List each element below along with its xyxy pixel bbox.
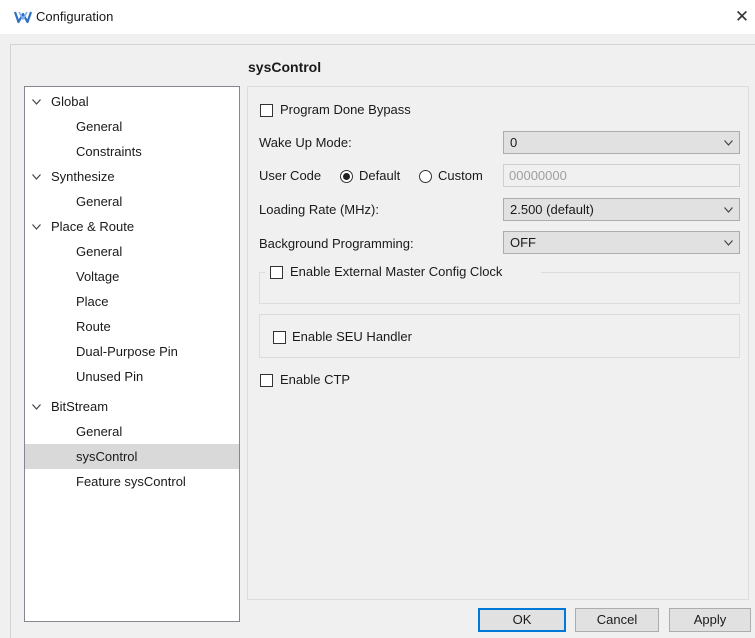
tree-item-syscontrol[interactable]: sysControl: [25, 444, 239, 469]
title-bar: Configuration ✕: [0, 0, 755, 34]
tree-item-constraints[interactable]: Constraints: [25, 139, 239, 164]
gowin-logo-icon: [14, 11, 32, 24]
wake-up-mode-value: 0: [510, 135, 518, 150]
user-code-custom-label: Custom: [438, 168, 483, 183]
tree-item-global-general[interactable]: General: [25, 114, 239, 139]
tree-item-label: Voltage: [76, 269, 120, 284]
tree-item-label: Place: [76, 294, 109, 309]
loading-rate-select[interactable]: 2.500 (default): [503, 198, 740, 221]
tree-item-feature-syscontrol[interactable]: Feature sysControl: [25, 469, 239, 494]
tree-item-label: General: [76, 119, 123, 134]
tree-item-pnr-general[interactable]: General: [25, 239, 239, 264]
background-programming-label: Background Programming:: [259, 236, 414, 251]
chevron-down-icon: [724, 232, 733, 253]
tree-item-label: Dual-Purpose Pin: [76, 344, 178, 359]
tree-item-unused-pin[interactable]: Unused Pin: [25, 364, 239, 389]
tree-item-label: Global: [51, 94, 89, 109]
background-programming-value: OFF: [510, 235, 536, 250]
page-title: sysControl: [248, 59, 322, 75]
tree-item-bitstream-general[interactable]: General: [25, 419, 239, 444]
enable-ctp-label: Enable CTP: [280, 372, 351, 387]
category-tree[interactable]: Global General Constraints Synthesize Ge…: [24, 86, 240, 622]
seu-handler-checkbox[interactable]: [273, 331, 286, 344]
tree-item-synthesize[interactable]: Synthesize: [25, 164, 239, 189]
chevron-down-icon[interactable]: [31, 89, 41, 114]
tree-item-dual-purpose-pin[interactable]: Dual-Purpose Pin: [25, 339, 239, 364]
external-master-clock-label: Enable External Master Config Clock: [290, 264, 503, 279]
tree-item-route[interactable]: Route: [25, 314, 239, 339]
cancel-button[interactable]: Cancel: [575, 608, 659, 632]
wake-up-mode-select[interactable]: 0: [503, 131, 740, 154]
chevron-down-icon[interactable]: [31, 164, 41, 189]
user-code-label: User Code: [259, 168, 322, 183]
user-code-input[interactable]: 00000000: [503, 164, 740, 187]
program-done-bypass-label: Program Done Bypass: [280, 102, 411, 117]
tree-item-label: Place & Route: [51, 219, 135, 234]
chevron-down-icon[interactable]: [31, 214, 41, 239]
window-title: Configuration: [36, 9, 114, 24]
user-code-custom-radio[interactable]: [419, 170, 432, 183]
user-code-default-radio[interactable]: [340, 170, 353, 183]
tree-item-label: Feature sysControl: [76, 474, 186, 489]
tree-item-label: General: [76, 424, 123, 439]
tree-item-label: Constraints: [76, 144, 142, 159]
background-programming-select[interactable]: OFF: [503, 231, 740, 254]
tree-item-label: Unused Pin: [76, 369, 144, 384]
tree-item-bitstream[interactable]: BitStream: [25, 394, 239, 419]
tree-item-label: Route: [76, 319, 111, 334]
wake-up-mode-label: Wake Up Mode:: [259, 135, 352, 150]
tree-item-global[interactable]: Global: [25, 89, 239, 114]
loading-rate-value: 2.500 (default): [510, 202, 594, 217]
loading-rate-label: Loading Rate (MHz):: [259, 202, 379, 217]
external-master-clock-checkbox[interactable]: [270, 266, 283, 279]
chevron-down-icon: [724, 199, 733, 220]
tree-item-label: BitStream: [51, 399, 109, 414]
program-done-bypass-checkbox[interactable]: [260, 104, 273, 117]
chevron-down-icon[interactable]: [31, 394, 41, 419]
user-code-default-label: Default: [359, 168, 401, 183]
tree-item-synthesize-general[interactable]: General: [25, 189, 239, 214]
enable-ctp-checkbox[interactable]: [260, 374, 273, 387]
tree-item-place[interactable]: Place: [25, 289, 239, 314]
chevron-down-icon: [724, 132, 733, 153]
tree-item-place-route[interactable]: Place & Route: [25, 214, 239, 239]
seu-handler-label: Enable SEU Handler: [292, 329, 412, 344]
apply-button[interactable]: Apply: [669, 608, 751, 632]
tree-item-label: sysControl: [76, 449, 138, 464]
tree-item-label: General: [76, 244, 123, 259]
tree-item-label: Synthesize: [51, 169, 115, 184]
close-icon[interactable]: ✕: [729, 0, 755, 34]
tree-item-label: General: [76, 194, 123, 209]
tree-item-voltage[interactable]: Voltage: [25, 264, 239, 289]
ok-button[interactable]: OK: [478, 608, 566, 632]
